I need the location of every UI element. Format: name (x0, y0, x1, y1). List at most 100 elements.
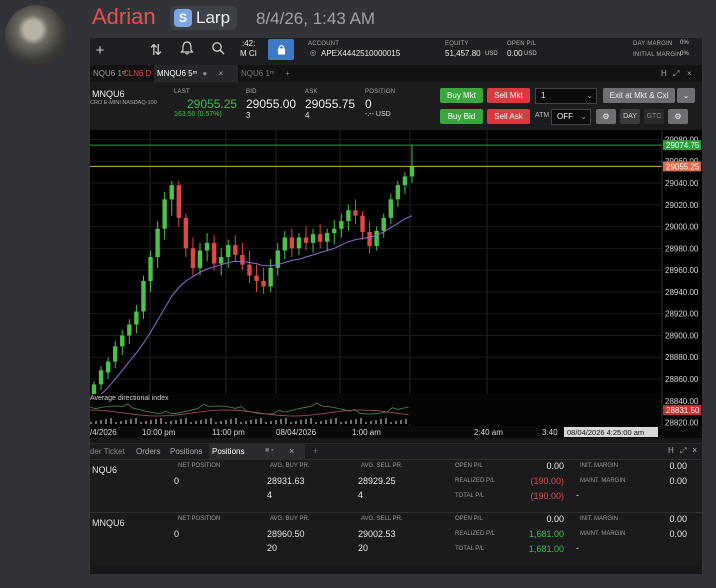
init-margin-label: INIT. MARGIN (580, 463, 619, 469)
volume-bar (140, 422, 142, 424)
indicator-label: Average directional index (90, 395, 169, 402)
positions-expand-icon[interactable]: ⤢ (680, 446, 686, 456)
sell-quantity: 4 (358, 490, 364, 500)
maint-margin-label: MAINT. MARGIN (580, 531, 626, 537)
settings-dot-icon[interactable]: ● (202, 69, 207, 78)
volume-bar (390, 422, 392, 424)
volume-bar (350, 420, 352, 424)
candle-body (395, 185, 401, 200)
bell-icon[interactable] (177, 41, 197, 61)
margin-dash: - (576, 543, 579, 553)
search-icon[interactable] (208, 41, 228, 61)
position-row[interactable]: NQU6 NET POSITION 0 AVG. BUY PR. 28931.63 4 AV… (90, 459, 702, 512)
candle-body (247, 264, 252, 276)
add-icon[interactable]: + (90, 41, 110, 61)
account-dropdown-icon[interactable]: ◎ (310, 49, 316, 57)
exit-dropdown-icon[interactable]: ⌄ (677, 88, 695, 103)
candle-body (169, 185, 174, 200)
candle-body (402, 176, 408, 186)
volume-bar (365, 422, 367, 424)
server-tag[interactable]: S Larp (170, 6, 238, 30)
volume-bar (95, 421, 97, 424)
avg-buy-label: AVG. BUY PR. (270, 516, 310, 522)
header-icon[interactable]: H (658, 65, 670, 82)
tab-mnqu6[interactable]: MNQU6 5ᵐ ● × (154, 65, 238, 82)
quantity-value: 1 (541, 91, 546, 100)
positions-close-icon[interactable]: × (692, 445, 697, 455)
position-unit: -.-- USD (365, 111, 391, 118)
tab-cln6[interactable]: CLN6 D (120, 65, 154, 82)
chart-tabs: NQU6 1ᵐ CLN6 D MNQU6 5ᵐ ● × NQU6 1ᵐ + H … (90, 65, 702, 83)
x-tick-label: 10:00 pm (142, 428, 176, 437)
trading-window: + ⇅ :42: M CI ACCOUNT ◎ APEX444251000001… (90, 38, 702, 574)
ask-label: ASK (305, 89, 318, 95)
tab-close-icon[interactable]: × (289, 446, 294, 456)
candle-body (105, 361, 111, 373)
candle-body (226, 245, 231, 258)
net-position: 0 (174, 529, 180, 539)
lock-button[interactable] (268, 39, 294, 60)
volume-bar (395, 421, 397, 424)
y-tick-label: 28900.00 (665, 331, 699, 340)
quantity-field[interactable]: 1 ⌄ (535, 88, 597, 104)
position-row[interactable]: MNQU6 NET POSITION 0 AVG. BUY PR. 28960.50 20… (90, 512, 702, 565)
tab-nqu6-2[interactable]: NQU6 1ᵐ (238, 65, 277, 82)
exit-at-market-button[interactable]: Exit at Mkt & Cxl (603, 88, 675, 103)
close-tab-icon[interactable]: × (218, 69, 223, 78)
position-value: 0 (365, 97, 372, 111)
tif-gtc-button[interactable]: GTC (644, 109, 664, 124)
sell-market-button[interactable]: Sell Mkt (487, 88, 530, 103)
atm-select[interactable]: OFF ⌄ (551, 109, 591, 125)
volume-bar (165, 422, 167, 424)
open-pl-value: 0.00 (507, 49, 523, 58)
close-panel-icon[interactable]: × (684, 65, 695, 82)
username[interactable]: Adrian (92, 4, 156, 30)
add-positions-tab-icon[interactable]: + (313, 446, 318, 456)
tab-positions[interactable]: Positions (170, 447, 202, 456)
equity-unit: USD (485, 51, 498, 57)
avg-buy-price: 28960.50 (267, 529, 305, 539)
volume-bar (205, 419, 207, 424)
volume-bar (195, 421, 197, 424)
order-settings-icon[interactable]: ⚙ (668, 109, 688, 124)
candle-body (240, 254, 245, 265)
sell-ask-button[interactable]: Sell Ask (487, 109, 530, 124)
account-value[interactable]: APEX4442510000015 (321, 49, 400, 58)
ask-price: 29055.75 (305, 97, 356, 111)
last-price: 29055.25 (187, 97, 238, 111)
volume-bar (400, 420, 402, 424)
chart-svg[interactable]: Average directional index 29080.0029060.… (90, 130, 702, 438)
last-label: LAST (174, 89, 190, 95)
last-change: 163.50 (0.57%) (174, 111, 222, 118)
clock-partial-2: M CI (240, 49, 257, 58)
atm-settings-icon[interactable]: ⚙ (596, 109, 616, 124)
sort-arrows-icon[interactable]: ⇅ (146, 41, 166, 61)
volume-bar (330, 419, 332, 424)
bid-size: 3 (246, 111, 251, 120)
tab-positions-active[interactable]: Positions ■ ▪ × (209, 444, 305, 460)
chevron-down-icon[interactable]: ⌄ (586, 89, 593, 103)
volume-bar (345, 421, 347, 424)
price-chart[interactable]: Average directional index 29080.0029060.… (90, 130, 702, 438)
positions-header-icon[interactable]: H (668, 446, 674, 455)
tab-orders[interactable]: Orders (136, 447, 160, 456)
volume-bar (255, 419, 257, 424)
volume-bar (285, 418, 287, 424)
tab-settings-icon[interactable]: ■ ▪ (265, 447, 274, 454)
avatar[interactable] (5, 5, 67, 67)
candle-body (197, 250, 203, 268)
init-margin-value: 0.00 (669, 461, 687, 471)
y-tick-label: 28940.00 (665, 288, 699, 297)
y-tick-label: 28980.00 (665, 244, 699, 253)
volume-bar (295, 421, 297, 424)
tif-day-button[interactable]: DAY (620, 109, 640, 124)
tab-order-ticket[interactable]: der Ticket (90, 447, 125, 456)
x-tick-label: 08/04/2026 (276, 428, 317, 437)
expand-icon[interactable]: ⤢ (670, 65, 682, 82)
buy-bid-button[interactable]: Buy Bid (440, 109, 483, 124)
init-margin-value: 0.00 (669, 514, 687, 524)
new-tab-icon[interactable]: + (282, 65, 293, 82)
buy-market-button[interactable]: Buy Mkt (440, 88, 483, 103)
sell-quantity: 20 (358, 543, 369, 553)
position-label: POSITION (365, 89, 396, 95)
